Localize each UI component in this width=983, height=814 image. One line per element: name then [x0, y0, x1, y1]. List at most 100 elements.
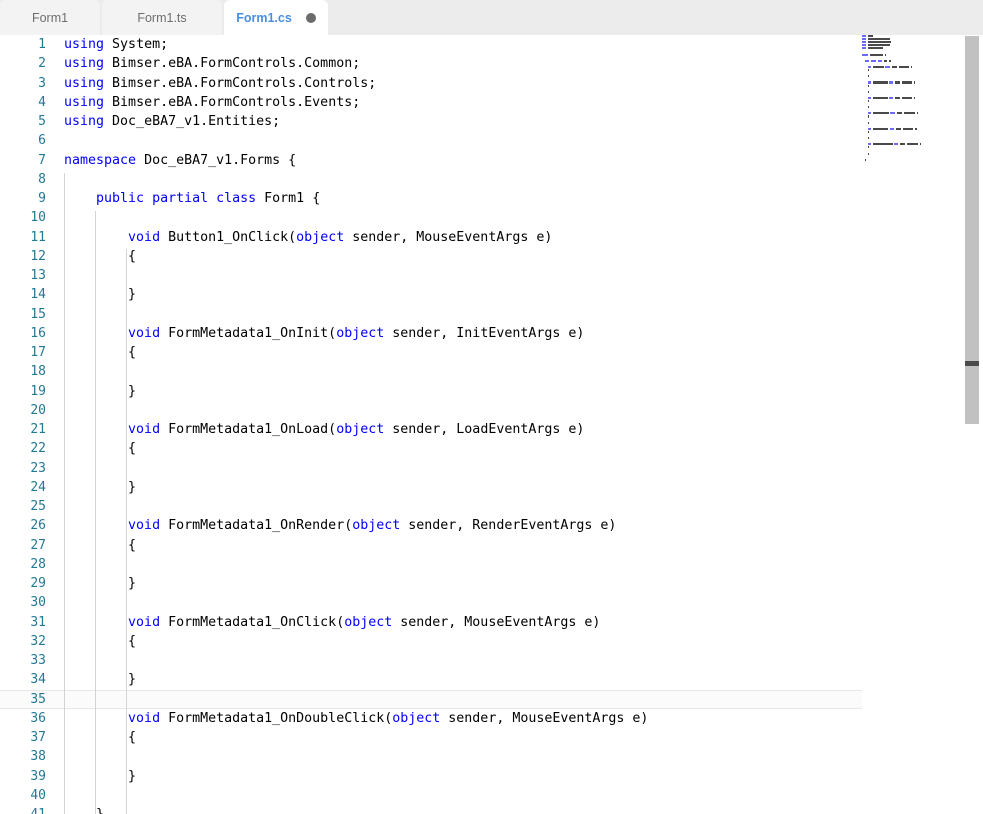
line-number: 23 — [0, 459, 46, 478]
code-line[interactable]: 10 — [0, 208, 868, 227]
line-number: 20 — [0, 401, 46, 420]
minimap-token — [870, 54, 882, 56]
code-line[interactable]: 30 — [0, 593, 868, 612]
code-line[interactable]: 23 — [0, 459, 868, 478]
minimap-token — [895, 81, 900, 83]
code-line-text: void FormMetadata1_OnInit(object sender,… — [64, 324, 584, 343]
code-line[interactable]: 39 } — [0, 767, 868, 786]
code-line[interactable]: 15 — [0, 305, 868, 324]
minimap-token — [890, 112, 894, 114]
code-minimap[interactable] — [862, 35, 960, 814]
code-identifier: Doc_eBA7_v1.Entities; — [112, 114, 280, 129]
code-identifier: Button1_OnClick( — [168, 230, 296, 245]
code-line[interactable]: 29 } — [0, 574, 868, 593]
minimap-token — [868, 85, 869, 87]
minimap-token — [873, 97, 888, 99]
code-keyword: object — [344, 615, 392, 630]
minimap-token — [868, 112, 871, 114]
line-number: 6 — [0, 131, 46, 150]
code-line[interactable]: 33 — [0, 651, 868, 670]
minimap-token — [873, 66, 885, 68]
code-keyword: object — [336, 326, 384, 341]
code-identifier: sender, InitEventArgs e) — [384, 326, 584, 341]
code-text-area[interactable]: 1using System;2using Bimser.eBA.FormCont… — [0, 35, 868, 814]
code-line[interactable]: 19 } — [0, 382, 868, 401]
code-line[interactable]: 2using Bimser.eBA.FormControls.Common; — [0, 54, 868, 73]
code-line[interactable]: 20 — [0, 401, 868, 420]
minimap-token — [896, 128, 901, 130]
line-number: 3 — [0, 74, 46, 93]
code-line[interactable]: 27 { — [0, 536, 868, 555]
code-line[interactable]: 26 void FormMetadata1_OnRender(object se… — [0, 516, 868, 535]
minimap-token — [895, 97, 900, 99]
line-number: 26 — [0, 516, 46, 535]
minimap-token — [868, 66, 871, 68]
code-line[interactable]: 16 void FormMetadata1_OnInit(object send… — [0, 324, 868, 343]
unsaved-dot-icon[interactable] — [306, 13, 316, 23]
code-identifier: Bimser.eBA.FormControls.Events; — [112, 95, 360, 110]
code-line[interactable]: 36 void FormMetadata1_OnDoubleClick(obje… — [0, 709, 868, 728]
minimap-token — [915, 128, 916, 130]
minimap-token — [889, 60, 890, 62]
code-identifier: Bimser.eBA.FormControls.Controls; — [112, 76, 376, 91]
code-line[interactable]: 35 — [0, 690, 868, 709]
tab-form1-cs[interactable]: Form1.cs — [224, 0, 328, 35]
minimap-token — [892, 66, 897, 68]
code-line[interactable]: 13 — [0, 266, 868, 285]
minimap-token — [868, 153, 869, 155]
code-line[interactable]: 40 — [0, 786, 868, 805]
code-line[interactable]: 32 { — [0, 632, 868, 651]
code-identifier — [64, 422, 128, 437]
code-identifier — [64, 191, 96, 206]
scrollbar-thumb[interactable] — [965, 36, 979, 424]
code-identifier — [64, 230, 128, 245]
code-line[interactable]: 8 — [0, 170, 868, 189]
code-line[interactable]: 3using Bimser.eBA.FormControls.Controls; — [0, 74, 868, 93]
code-line[interactable]: 1using System; — [0, 35, 868, 54]
code-line[interactable]: 17 { — [0, 343, 868, 362]
code-line[interactable]: 24 } — [0, 478, 868, 497]
code-line[interactable]: 22 { — [0, 439, 868, 458]
code-line[interactable]: 25 — [0, 497, 868, 516]
code-line[interactable]: 31 void FormMetadata1_OnClick(object sen… — [0, 613, 868, 632]
code-line[interactable]: 34 } — [0, 670, 868, 689]
minimap-token — [914, 81, 915, 83]
code-line-text: public partial class Form1 { — [64, 189, 320, 208]
code-line[interactable]: 18 — [0, 362, 868, 381]
code-line[interactable]: 14 } — [0, 285, 868, 304]
minimap-token — [865, 159, 866, 161]
code-line[interactable]: 9 public partial class Form1 { — [0, 189, 868, 208]
minimap-token — [920, 143, 921, 145]
minimap-token — [868, 75, 869, 77]
code-line[interactable]: 12 { — [0, 247, 868, 266]
code-line[interactable]: 38 — [0, 747, 868, 766]
code-line[interactable]: 7namespace Doc_eBA7_v1.Forms { — [0, 151, 868, 170]
line-number: 14 — [0, 285, 46, 304]
line-number: 11 — [0, 228, 46, 247]
line-number: 7 — [0, 151, 46, 170]
code-line[interactable]: 28 — [0, 555, 868, 574]
vertical-scrollbar[interactable] — [965, 35, 979, 814]
minimap-token — [868, 143, 871, 145]
line-number: 39 — [0, 767, 46, 786]
tab-form1-ts[interactable]: Form1.ts — [102, 0, 222, 35]
code-line[interactable]: 11 void Button1_OnClick(object sender, M… — [0, 228, 868, 247]
code-identifier: FormMetadata1_OnLoad( — [168, 422, 336, 437]
line-number: 30 — [0, 593, 46, 612]
editor-body: 1using System;2using Bimser.eBA.FormCont… — [0, 35, 983, 814]
tab-label: Form1.ts — [137, 11, 186, 25]
code-line[interactable]: 21 void FormMetadata1_OnLoad(object send… — [0, 420, 868, 439]
tab-form1[interactable]: Form1 — [0, 0, 100, 35]
minimap-token — [902, 97, 911, 99]
minimap-token — [868, 115, 869, 117]
code-line[interactable]: 5using Doc_eBA7_v1.Entities; — [0, 112, 868, 131]
code-line[interactable]: 6 — [0, 131, 868, 150]
code-identifier: sender, MouseEventArgs e) — [440, 711, 648, 726]
line-number: 10 — [0, 208, 46, 227]
minimap-divider — [960, 35, 961, 814]
code-line[interactable]: 41 } — [0, 805, 868, 814]
code-identifier: FormMetadata1_OnInit( — [168, 326, 336, 341]
code-line[interactable]: 37 { — [0, 728, 868, 747]
minimap-token — [868, 128, 871, 130]
code-line[interactable]: 4using Bimser.eBA.FormControls.Events; — [0, 93, 868, 112]
